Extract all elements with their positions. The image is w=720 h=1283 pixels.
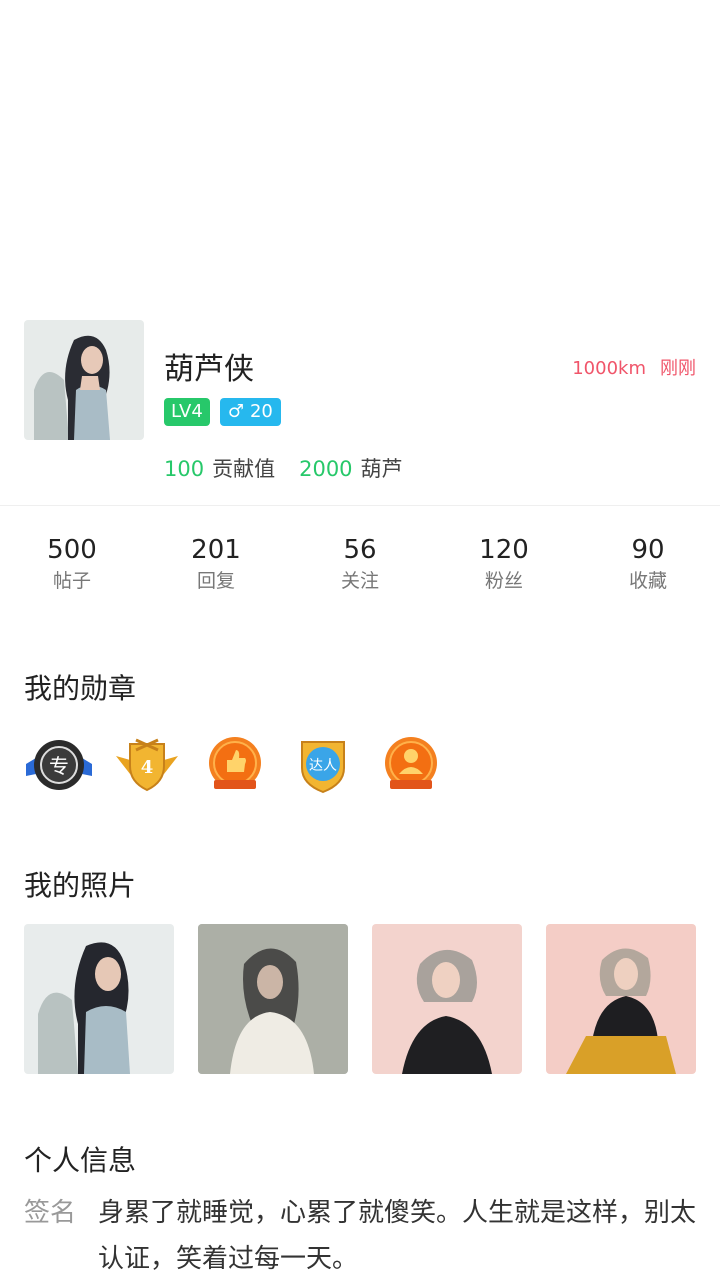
contribution-label: 贡献值 [212,457,276,481]
counter-label: 粉丝 [484,570,523,592]
gender-age-badge: ♂ 20 [219,398,281,426]
counter-value: 201 [191,535,241,565]
person-star-medal-icon[interactable] [376,734,446,794]
user-name: 葫芦侠 [164,352,254,387]
avatar[interactable] [24,320,144,440]
medal-text: 达人 [309,758,337,774]
counter-posts[interactable]: 500 帖子 [0,532,144,594]
medals-list: 专 4 达人 [24,734,446,794]
signature-text: 身累了就睡觉，心累了就傻笑。人生就是这样，别太认证，笑着过每一天。 [98,1198,697,1274]
counter-label: 收藏 [628,570,667,592]
photo-3[interactable] [372,924,522,1074]
level-badge: LV4 [164,398,210,426]
counter-replies[interactable]: 201 回复 [144,532,288,594]
master-medal-icon[interactable]: 达人 [288,734,358,794]
profile-page: 葫芦侠 1000km 刚刚 LV4 ♂ 20 100 贡献值 2000 葫芦 500… [0,0,720,1283]
personal-info-title: 个人信息 [24,1144,137,1177]
counter-following[interactable]: 56 关注 [288,532,432,594]
contribution-stats: 100 贡献值 2000 葫芦 [164,454,403,484]
divider [0,505,720,506]
photos-title: 我的照片 [24,869,137,902]
counter-label: 关注 [340,570,379,592]
last-seen-text: 刚刚 [660,358,696,379]
male-icon: ♂ [227,401,244,422]
photo-2[interactable] [198,924,348,1074]
counter-fans[interactable]: 120 粉丝 [432,532,576,594]
photo-1[interactable] [24,924,174,1074]
counter-favorites[interactable]: 90 收藏 [576,532,720,594]
medal-text: 4 [141,757,154,778]
distance-text: 1000km [572,358,646,379]
photo-grid [24,924,696,1074]
user-badges: LV4 ♂ 20 [164,398,281,426]
counter-label: 帖子 [52,570,91,592]
location-time: 1000km 刚刚 [572,356,696,382]
expert-medal-icon[interactable]: 专 [24,734,94,794]
signature-row: 签名 身累了就睡觉，心累了就傻笑。人生就是这样，别太认证，笑着过每一天。 [24,1190,696,1282]
counter-value: 500 [47,535,97,565]
thumbs-up-medal-icon[interactable] [200,734,270,794]
age-text: 20 [249,401,273,422]
gourd-value: 2000 [299,457,353,481]
counter-value: 56 [343,535,377,565]
counter-value: 90 [631,535,665,565]
contribution-value: 100 [164,457,205,481]
level-4-shield-icon[interactable]: 4 [112,734,182,794]
medal-text: 专 [49,754,69,778]
profile-counters: 500 帖子 201 回复 56 关注 120 粉丝 90 收藏 [0,532,720,594]
medals-title: 我的勋章 [24,672,137,705]
gourd-label: 葫芦 [360,457,403,481]
counter-value: 120 [479,535,529,565]
photo-4[interactable] [546,924,696,1074]
counter-label: 回复 [196,570,235,592]
signature-label: 签名 [24,1198,77,1228]
